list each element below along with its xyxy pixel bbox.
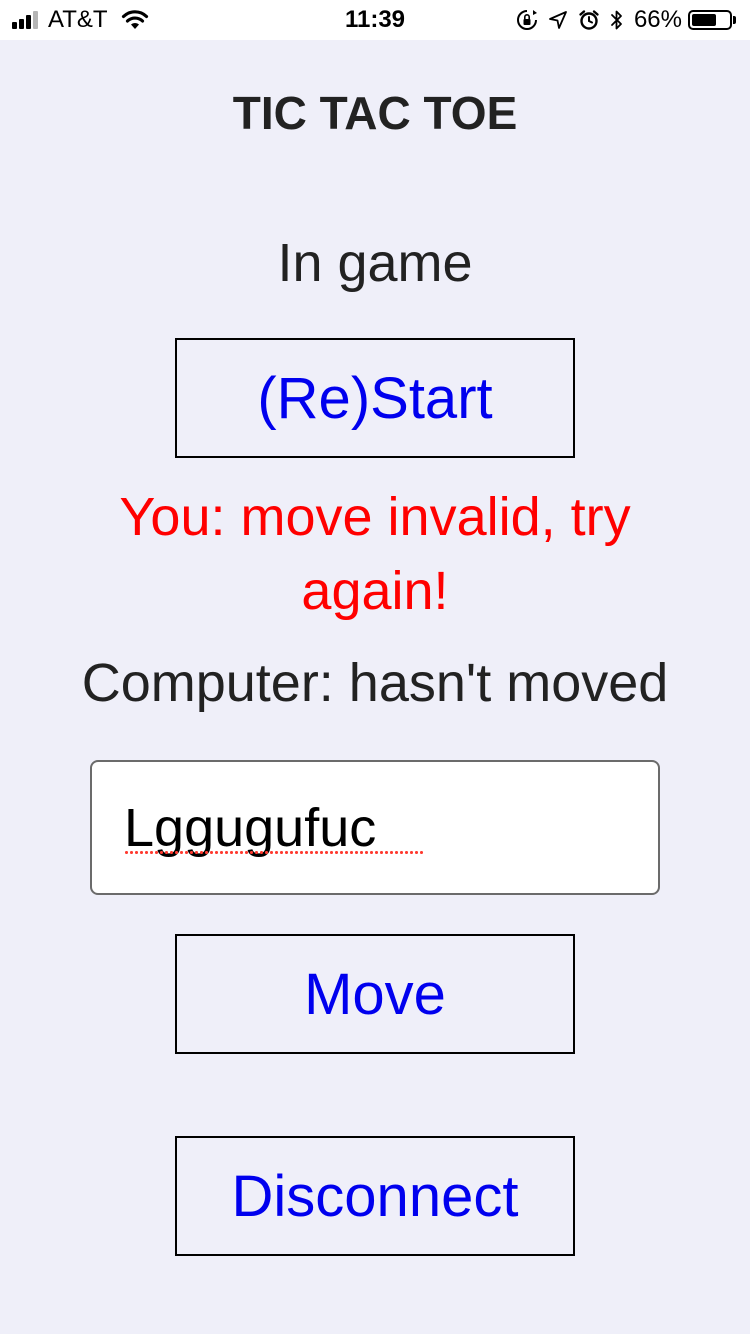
battery-level-fill — [692, 14, 716, 26]
status-bar: AT&T 11:39 66% — [0, 0, 750, 40]
orientation-lock-icon — [516, 10, 537, 30]
battery-percentage: 66% — [633, 6, 682, 33]
move-input[interactable] — [90, 760, 660, 895]
page-title: TIC TAC TOE — [232, 87, 518, 139]
player-status-message: You: move invalid, try again! — [119, 487, 631, 621]
computer-status-message: Computer: hasn't moved — [81, 653, 669, 713]
battery-cap — [733, 16, 736, 24]
restart-button[interactable]: (Re)Start — [175, 338, 575, 458]
spellcheck-underline — [124, 850, 424, 856]
disconnect-button[interactable]: Disconnect — [175, 1136, 575, 1256]
battery-icon — [688, 10, 732, 30]
bluetooth-icon — [611, 10, 622, 30]
status-bar-right: 66% — [516, 0, 736, 40]
alarm-icon — [579, 10, 599, 30]
move-button[interactable]: Move — [175, 934, 575, 1054]
game-state-label: In game — [277, 233, 473, 293]
location-arrow-icon — [549, 11, 567, 29]
